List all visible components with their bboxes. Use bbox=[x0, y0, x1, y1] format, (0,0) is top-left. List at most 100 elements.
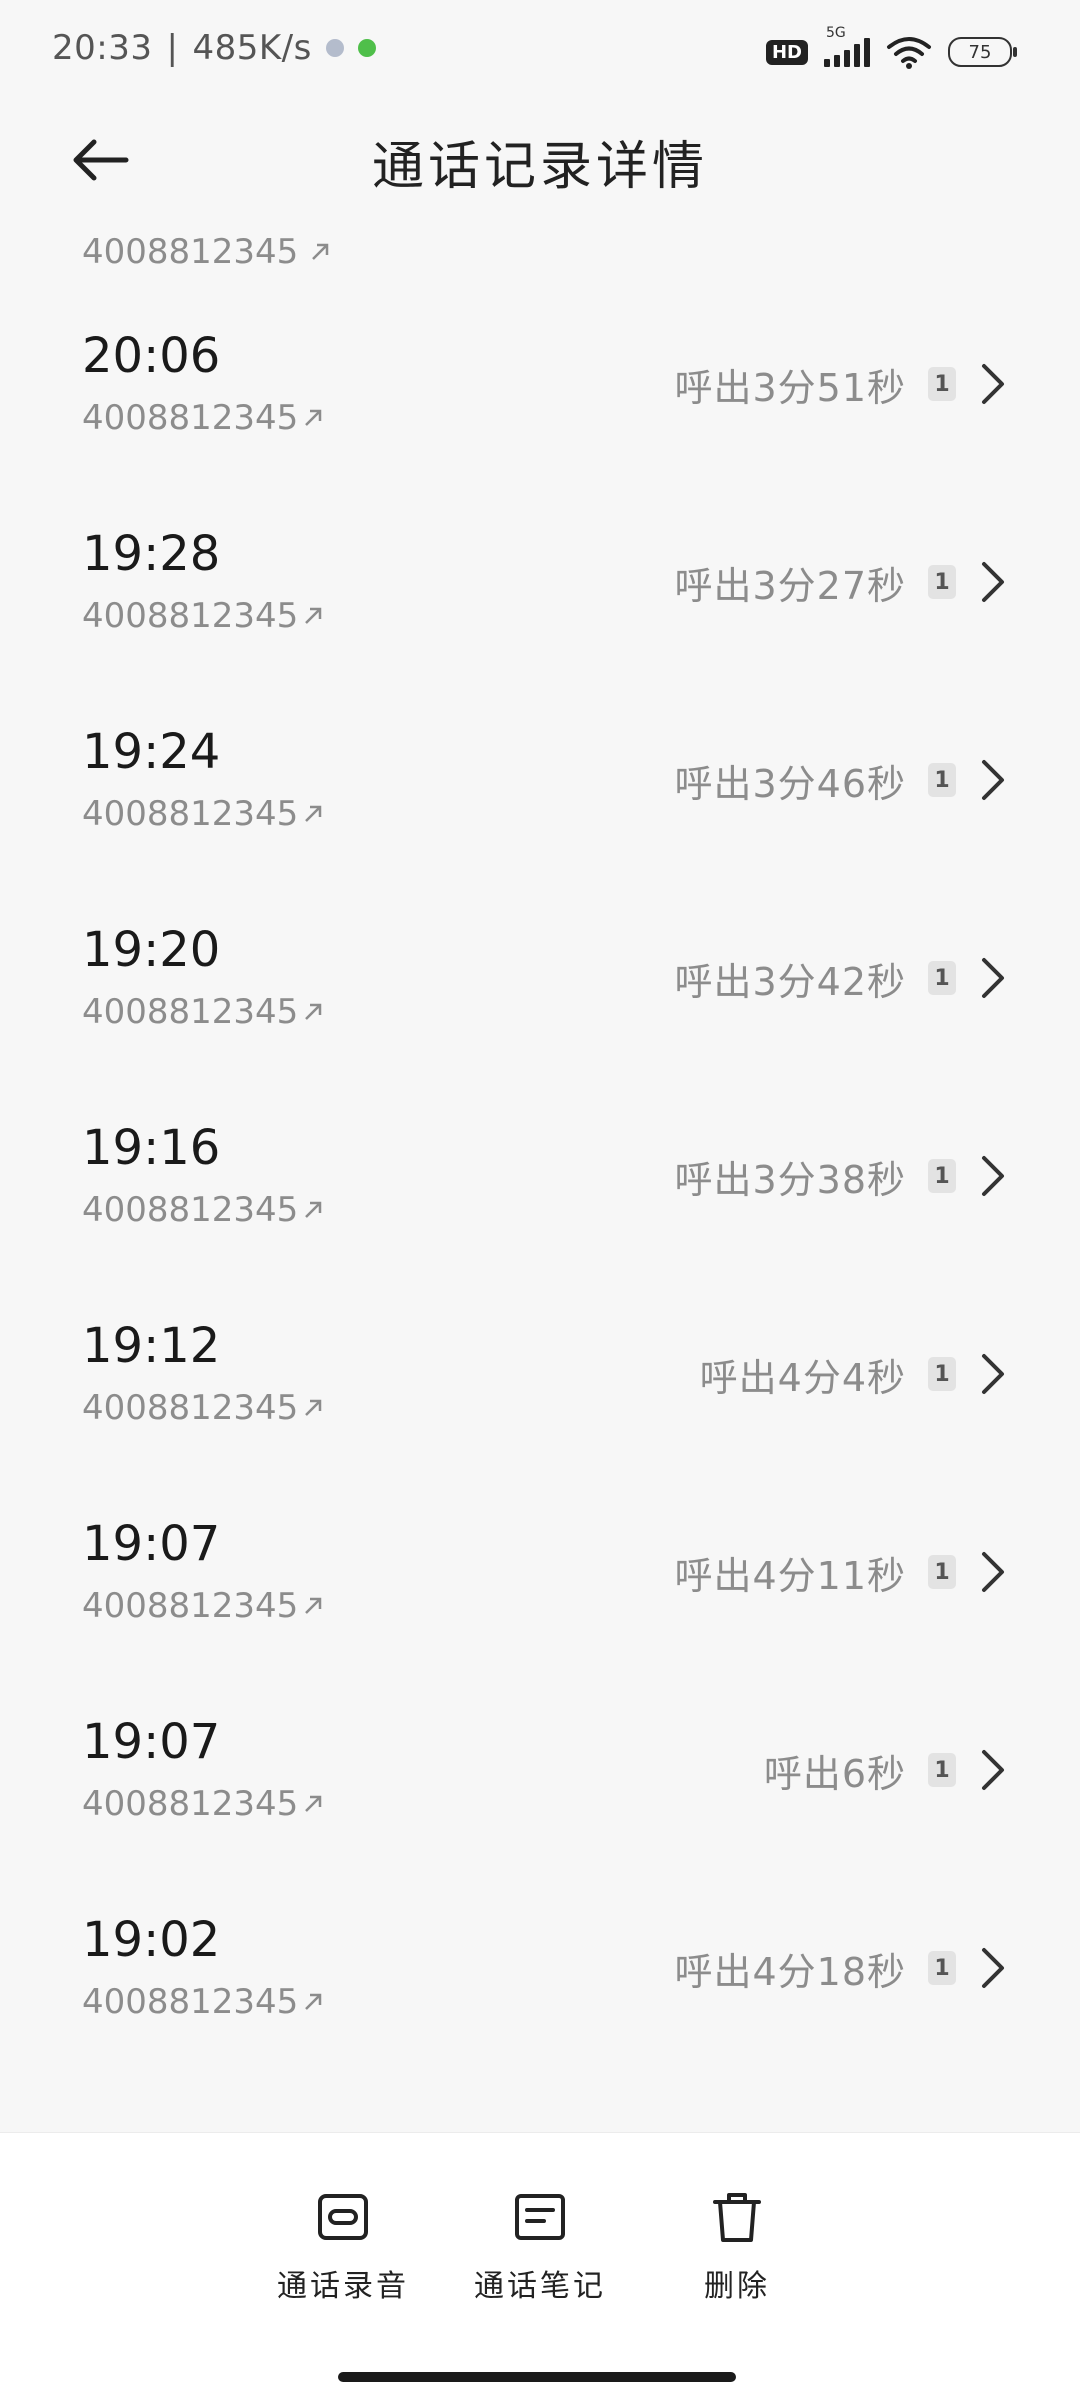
hd-badge: HD bbox=[765, 39, 808, 65]
call-number: 4008812345 bbox=[82, 232, 331, 272]
cassette-icon bbox=[313, 2187, 373, 2247]
call-number: 4008812345 bbox=[82, 596, 324, 636]
call-notes-label: 通话笔记 bbox=[474, 2269, 606, 2304]
call-time: 19:24 bbox=[82, 724, 221, 780]
status-right: HD 5G 75 bbox=[765, 25, 1017, 76]
outgoing-arrow-icon bbox=[305, 1201, 322, 1218]
call-number-text: 4008812345 bbox=[82, 794, 299, 834]
sim-badge: 1 bbox=[928, 961, 956, 995]
app-notification-icon bbox=[357, 39, 376, 57]
call-number-text: 4008812345 bbox=[82, 398, 299, 438]
list-item[interactable]: 19:24 4008812345 呼出3分46秒 1 bbox=[0, 686, 1080, 884]
call-number-text: 4008812345 bbox=[82, 1388, 299, 1428]
list-item[interactable]: 19:07 4008812345 呼出4分11秒 1 bbox=[0, 1478, 1080, 1676]
call-meta: 呼出3分46秒 1 bbox=[674, 750, 1008, 810]
sim-badge: 1 bbox=[928, 1159, 956, 1193]
call-number: 4008812345 bbox=[82, 1586, 324, 1626]
call-notes-button[interactable]: 通话笔记 bbox=[455, 2187, 625, 2305]
chevron-right-icon[interactable] bbox=[978, 560, 1008, 604]
outgoing-arrow-icon bbox=[305, 805, 322, 822]
call-time: 19:07 bbox=[82, 1714, 221, 1770]
call-number-text: 4008812345 bbox=[82, 1190, 299, 1230]
bottom-toolbar: 通话录音 通话笔记 删除 bbox=[0, 2132, 1080, 2401]
list-item[interactable]: 19:12 4008812345 呼出4分4秒 1 bbox=[0, 1280, 1080, 1478]
call-duration: 呼出4分4秒 bbox=[699, 1355, 906, 1400]
list-item[interactable]: 19:16 4008812345 呼出3分38秒 1 bbox=[0, 1082, 1080, 1280]
list-item-partial[interactable]: 4008812345 bbox=[0, 220, 1080, 290]
chevron-right-icon[interactable] bbox=[978, 956, 1008, 1000]
delete-button[interactable]: 删除 bbox=[652, 2187, 822, 2305]
call-number: 4008812345 bbox=[82, 1388, 324, 1428]
call-meta: 呼出4分11秒 1 bbox=[674, 1542, 1008, 1602]
chevron-right-icon[interactable] bbox=[978, 1946, 1008, 1990]
call-number-text: 4008812345 bbox=[82, 232, 299, 272]
sim-badge: 1 bbox=[928, 1951, 956, 1985]
page-title: 通话记录详情 bbox=[371, 137, 708, 197]
sim-badge: 1 bbox=[928, 1753, 956, 1787]
outgoing-arrow-icon bbox=[305, 1795, 322, 1812]
call-time: 19:02 bbox=[82, 1912, 221, 1968]
header: 通话记录详情 bbox=[0, 100, 1080, 220]
notification-icon bbox=[325, 39, 344, 57]
call-meta: 呼出6秒 1 bbox=[764, 1740, 1008, 1800]
call-recording-label: 通话录音 bbox=[277, 2269, 409, 2304]
outgoing-arrow-icon bbox=[305, 1597, 322, 1614]
chevron-right-icon[interactable] bbox=[978, 1154, 1008, 1198]
call-number: 4008812345 bbox=[82, 1784, 324, 1824]
battery-icon: 75 bbox=[948, 37, 1017, 67]
call-meta: 呼出3分51秒 1 bbox=[674, 354, 1008, 414]
call-duration: 呼出3分51秒 bbox=[674, 365, 906, 410]
call-meta: 呼出4分18秒 1 bbox=[674, 1938, 1008, 1998]
call-number: 4008812345 bbox=[82, 794, 324, 834]
trash-icon bbox=[707, 2187, 767, 2247]
call-duration: 呼出4分11秒 bbox=[674, 1553, 906, 1598]
call-time: 19:16 bbox=[82, 1120, 221, 1176]
wifi-icon bbox=[887, 37, 931, 69]
call-meta: 呼出3分42秒 1 bbox=[674, 948, 1008, 1008]
chevron-right-icon[interactable] bbox=[978, 362, 1008, 406]
outgoing-arrow-icon bbox=[312, 243, 329, 260]
list-item[interactable]: 19:07 4008812345 呼出6秒 1 bbox=[0, 1676, 1080, 1874]
call-meta: 呼出3分27秒 1 bbox=[674, 552, 1008, 612]
outgoing-arrow-icon bbox=[305, 607, 322, 624]
sim-badge: 1 bbox=[928, 763, 956, 797]
call-number-text: 4008812345 bbox=[82, 992, 299, 1032]
outgoing-arrow-icon bbox=[305, 409, 322, 426]
outgoing-arrow-icon bbox=[305, 1399, 322, 1416]
call-meta: 呼出3分38秒 1 bbox=[674, 1146, 1008, 1206]
chevron-right-icon[interactable] bbox=[978, 1550, 1008, 1594]
network-type: 5G bbox=[826, 25, 846, 41]
call-number-text: 4008812345 bbox=[82, 1982, 299, 2022]
chevron-right-icon[interactable] bbox=[978, 758, 1008, 802]
call-list: 4008812345 20:06 4008812345 呼出3分51秒 1 19… bbox=[0, 220, 1080, 2132]
sim-badge: 1 bbox=[928, 1555, 956, 1589]
list-item[interactable]: 19:20 4008812345 呼出3分42秒 1 bbox=[0, 884, 1080, 1082]
status-separator: | bbox=[166, 28, 179, 68]
list-item[interactable]: 20:06 4008812345 呼出3分51秒 1 bbox=[0, 290, 1080, 488]
list-item[interactable]: 19:02 4008812345 呼出4分18秒 1 bbox=[0, 1874, 1080, 2072]
call-number: 4008812345 bbox=[82, 992, 324, 1032]
call-number-text: 4008812345 bbox=[82, 1784, 299, 1824]
call-number: 4008812345 bbox=[82, 1190, 324, 1230]
outgoing-arrow-icon bbox=[305, 1003, 322, 1020]
call-duration: 呼出6秒 bbox=[763, 1751, 906, 1796]
home-indicator[interactable] bbox=[338, 2372, 736, 2382]
call-duration: 呼出3分27秒 bbox=[674, 563, 906, 608]
signal-icon: 5G bbox=[824, 25, 870, 67]
call-time: 19:28 bbox=[82, 526, 221, 582]
chevron-right-icon[interactable] bbox=[978, 1748, 1008, 1792]
sim-badge: 1 bbox=[928, 1357, 956, 1391]
call-number: 4008812345 bbox=[82, 398, 324, 438]
chevron-right-icon[interactable] bbox=[978, 1352, 1008, 1396]
call-duration: 呼出3分38秒 bbox=[674, 1157, 906, 1202]
list-item[interactable]: 19:28 4008812345 呼出3分27秒 1 bbox=[0, 488, 1080, 686]
call-duration: 呼出4分18秒 bbox=[674, 1949, 906, 1994]
call-number-text: 4008812345 bbox=[82, 1586, 299, 1626]
call-time: 20:06 bbox=[82, 328, 221, 384]
call-duration: 呼出3分42秒 bbox=[674, 959, 906, 1004]
status-left: 20:33 | 485K/s bbox=[52, 28, 376, 68]
delete-label: 删除 bbox=[704, 2269, 770, 2304]
call-recording-button[interactable]: 通话录音 bbox=[258, 2187, 428, 2305]
call-meta: 呼出4分4秒 1 bbox=[700, 1344, 1008, 1404]
sim-badge: 1 bbox=[928, 367, 956, 401]
